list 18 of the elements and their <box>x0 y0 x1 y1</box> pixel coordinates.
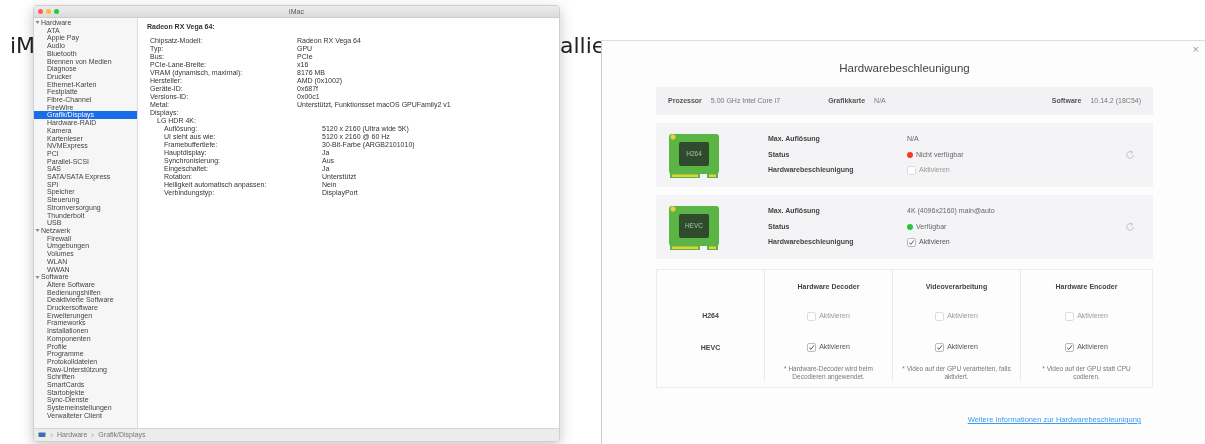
checkbox[interactable] <box>1065 343 1075 352</box>
zoom-button[interactable] <box>54 9 59 14</box>
checkbox[interactable] <box>807 343 817 352</box>
chevron-icon <box>50 433 53 437</box>
triangle-down-icon[interactable] <box>35 20 40 26</box>
triangle-down-icon[interactable] <box>35 274 40 280</box>
checkbox[interactable] <box>907 238 916 247</box>
computer-icon <box>38 432 46 438</box>
heading-text: iM <box>10 32 36 60</box>
close-button[interactable] <box>38 9 43 14</box>
triangle-down-icon[interactable] <box>35 228 40 234</box>
chip-icon <box>669 131 719 179</box>
checkbox[interactable] <box>935 343 945 352</box>
chip-icon <box>669 203 719 251</box>
refresh-icon[interactable] <box>1125 222 1135 232</box>
dialog-title: Hardwarebeschleunigung <box>838 61 971 76</box>
refresh-icon[interactable] <box>1125 150 1135 160</box>
minimize-button[interactable] <box>46 9 51 14</box>
